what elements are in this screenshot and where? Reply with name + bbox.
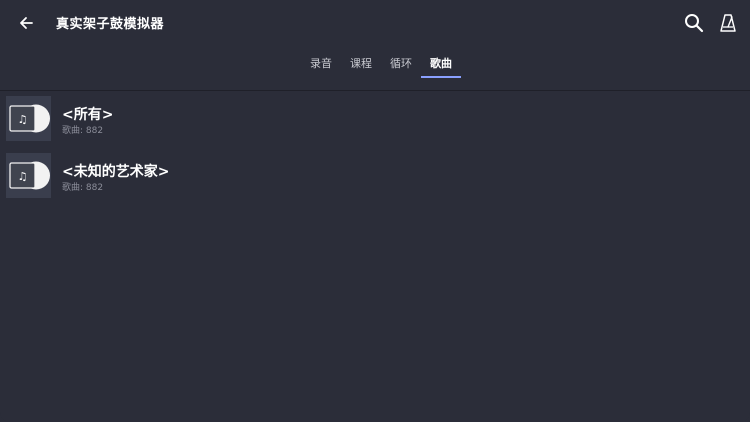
tab-recordings[interactable]: 录音 xyxy=(301,48,341,78)
item-song-count: 歌曲: 882 xyxy=(62,126,104,136)
tab-loops[interactable]: 循环 xyxy=(381,48,421,78)
tab-bar: 录音 课程 循环 歌曲 xyxy=(301,48,461,78)
tab-label: 歌曲 xyxy=(430,57,452,70)
top-bar: 真实架子鼓模拟器 xyxy=(0,0,750,44)
album-thumbnail: ♫ xyxy=(6,96,51,141)
app-window: 真实架子鼓模拟器 录音 课程 循环 歌曲 ♫ <所有> 歌曲: 882 ♫ <未… xyxy=(0,0,750,422)
list-item-all[interactable]: ♫ <所有> 歌曲: 882 xyxy=(0,96,750,142)
tab-lessons[interactable]: 课程 xyxy=(341,48,381,78)
item-title: <所有> xyxy=(62,107,114,123)
header-divider xyxy=(0,90,750,91)
arrow-left-icon xyxy=(20,17,33,29)
metronome-icon xyxy=(720,14,736,32)
svg-text:♫: ♫ xyxy=(18,170,28,183)
album-thumbnail: ♫ xyxy=(6,153,51,198)
list-item-unknown-artist[interactable]: ♫ <未知的艺术家> 歌曲: 882 xyxy=(0,153,750,199)
item-title: <未知的艺术家> xyxy=(62,164,170,180)
vinyl-record-icon: ♫ xyxy=(6,153,51,198)
item-song-count: 歌曲: 882 xyxy=(62,183,104,193)
back-button[interactable] xyxy=(14,11,38,35)
search-icon xyxy=(685,14,704,33)
tab-label: 循环 xyxy=(390,57,412,70)
svg-text:♫: ♫ xyxy=(18,113,28,126)
tab-label: 课程 xyxy=(350,57,372,70)
tab-songs[interactable]: 歌曲 xyxy=(421,48,461,78)
tab-label: 录音 xyxy=(310,57,332,70)
song-group-list: ♫ <所有> 歌曲: 882 ♫ <未知的艺术家> 歌曲: 882 xyxy=(0,96,750,210)
page-title: 真实架子鼓模拟器 xyxy=(56,17,165,32)
vinyl-record-icon: ♫ xyxy=(6,96,51,141)
metronome-button[interactable] xyxy=(716,11,740,35)
search-button[interactable] xyxy=(682,11,706,35)
